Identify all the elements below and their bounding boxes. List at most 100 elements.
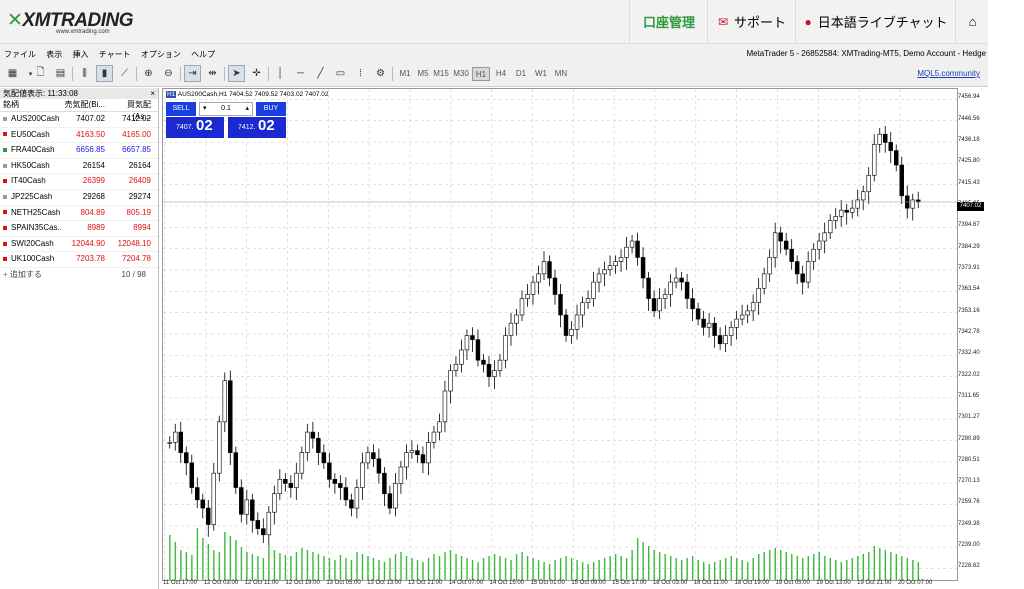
x-axis-tick-label: 15 Oct 01:00 [530,580,565,586]
market-watch-row[interactable]: SPAIN35Cas... 8989 8994 [0,221,158,237]
cursor-icon[interactable]: ➤ [228,65,245,82]
volume-bar [202,538,204,580]
add-symbol-row[interactable]: + 追加する 10 / 98 [0,268,158,282]
x-axis-tick-label: 14 Oct 07:00 [448,580,484,586]
volume-bar [780,550,782,580]
candle-body [585,298,591,303]
x-axis-tick-label: 11 Oct 17:00 [163,580,197,586]
candle-body [464,335,470,351]
market-watch-row[interactable]: IT40Cash 26399 26409 [0,174,158,190]
buy-price-box[interactable]: 7412. 02 [228,117,286,138]
market-watch-row[interactable]: FRA40Cash 6656.85 6657.85 [0,143,158,159]
candle-body [349,499,354,509]
symbol-status-icon [3,163,7,168]
market-watch-row[interactable]: UK100Cash 7203.78 7204.78 [0,252,158,268]
lot-size-input[interactable]: ▾ 0.1 ▴ [199,102,253,116]
y-axis-tick-label: 7353.16 [958,307,980,314]
text-label-icon[interactable]: ▭ [332,65,349,82]
candle-body [673,277,679,283]
timeframe-m30[interactable]: M30 [452,67,470,81]
volume-bar [224,532,226,580]
candle-body [299,452,305,474]
home-link[interactable]: ⌂ [955,0,989,43]
timeframe-mn[interactable]: MN [552,67,570,81]
timeframe-m15[interactable]: M15 [432,67,450,81]
candle-body [250,499,255,521]
mql5-community-link[interactable]: MQL5.community [917,69,980,78]
profiles-icon[interactable]: ▤ [52,65,69,82]
auto-scroll-icon[interactable]: ⇥ [184,65,201,82]
symbol-name: UK100Cash [0,252,61,267]
live-chat-link[interactable]: ● 日本語ライブチャット [795,0,956,43]
support-link[interactable]: ✉ サポート [707,0,796,43]
bar-chart-icon[interactable]: ⫼ [76,65,93,82]
chart-area[interactable] [162,88,958,581]
timeframe-d1[interactable]: D1 [512,67,530,81]
buy-button[interactable]: BUY [256,102,286,116]
volume-bar [444,552,446,580]
horizontal-line-icon[interactable]: ─ [292,65,309,82]
market-watch-row[interactable]: JP225Cash 29268 29274 [0,190,158,206]
market-watch-row[interactable]: SWI20Cash 12044.90 12048.10 [0,237,158,253]
zoom-out-icon[interactable]: ⊖ [160,65,177,82]
volume-bar [433,554,435,580]
timeframe-h4[interactable]: H4 [492,67,510,81]
menu-view[interactable]: 表示 [42,44,66,60]
candlestick-chart[interactable] [163,89,957,580]
trendline-icon[interactable]: ╱ [312,65,329,82]
menu-chart[interactable]: チャート [95,44,135,60]
new-chart-icon[interactable]: ▦ [4,65,21,82]
close-icon[interactable]: × [150,88,155,99]
volume-bar [763,552,765,580]
menu-help[interactable]: ヘルプ [187,44,219,60]
account-management-link[interactable]: 口座管理 [629,0,708,43]
volume-bar [548,564,551,580]
y-axis-tick-label: 7342.78 [958,328,980,335]
candle-body [283,479,288,484]
menu-insert[interactable]: 挿入 [68,44,92,60]
y-axis-tick-label: 7311.65 [958,392,980,399]
sell-price-box[interactable]: 7407. 02 [166,117,224,138]
y-axis-tick-label: 7301.27 [958,414,980,421]
candle-body [272,493,277,513]
symbol-name: JP225Cash [0,190,61,205]
menu-options[interactable]: オプション [137,44,185,60]
candle-body [470,335,475,340]
market-watch-row[interactable]: HK50Cash 26154 26164 [0,159,158,175]
market-watch-row[interactable]: AUS200Cash 7407.02 7412.02 [0,112,158,128]
line-chart-icon[interactable]: ⟋ [116,65,133,82]
fibonacci-icon[interactable]: ⦙ [352,65,369,82]
sell-button[interactable]: SELL [166,102,196,116]
timeframe-h1[interactable]: H1 [472,67,490,81]
chart-shift-icon[interactable]: ⇹ [204,65,221,82]
col-symbol[interactable]: 銘柄 [0,99,61,111]
zoom-in-icon[interactable]: ⊕ [140,65,157,82]
ask-price: 6657.85 [122,145,151,155]
market-watch-row[interactable]: EU50Cash 4163.50 4165.00 [0,128,158,144]
candle-body [360,462,365,488]
volume-bar [257,556,259,580]
volume-bar [895,554,898,580]
y-axis-tick-label: 7373.91 [958,264,980,271]
vertical-line-icon[interactable]: │ [272,65,289,82]
timeframe-w1[interactable]: W1 [532,67,550,81]
bid-price: 7407.02 [76,114,105,123]
new-document-icon[interactable]: 🗋 [32,65,49,82]
market-watch-row[interactable]: NETH25Cash 804.89 805.19 [0,206,158,222]
col-ask[interactable]: 買気配(As... [109,99,154,121]
volume-bar [471,560,474,580]
timeframe-m1[interactable]: M1 [396,67,414,81]
volume-bar [488,556,490,580]
timeframe-m5[interactable]: M5 [414,67,432,81]
volume-bar [383,562,386,580]
decrease-lot-icon: ▾ [203,105,207,112]
col-bid[interactable]: 売気配(Bi... [61,99,109,111]
candle-body [750,302,756,312]
shapes-icon[interactable]: ⚙ [372,65,389,82]
candlestick-icon[interactable]: ▮ [96,65,113,82]
candle-body [530,281,536,295]
menu-file[interactable]: ファイル [0,44,40,60]
crosshair-icon[interactable]: ✛ [248,65,265,82]
candle-body [772,232,778,258]
volume-bar [609,556,611,580]
